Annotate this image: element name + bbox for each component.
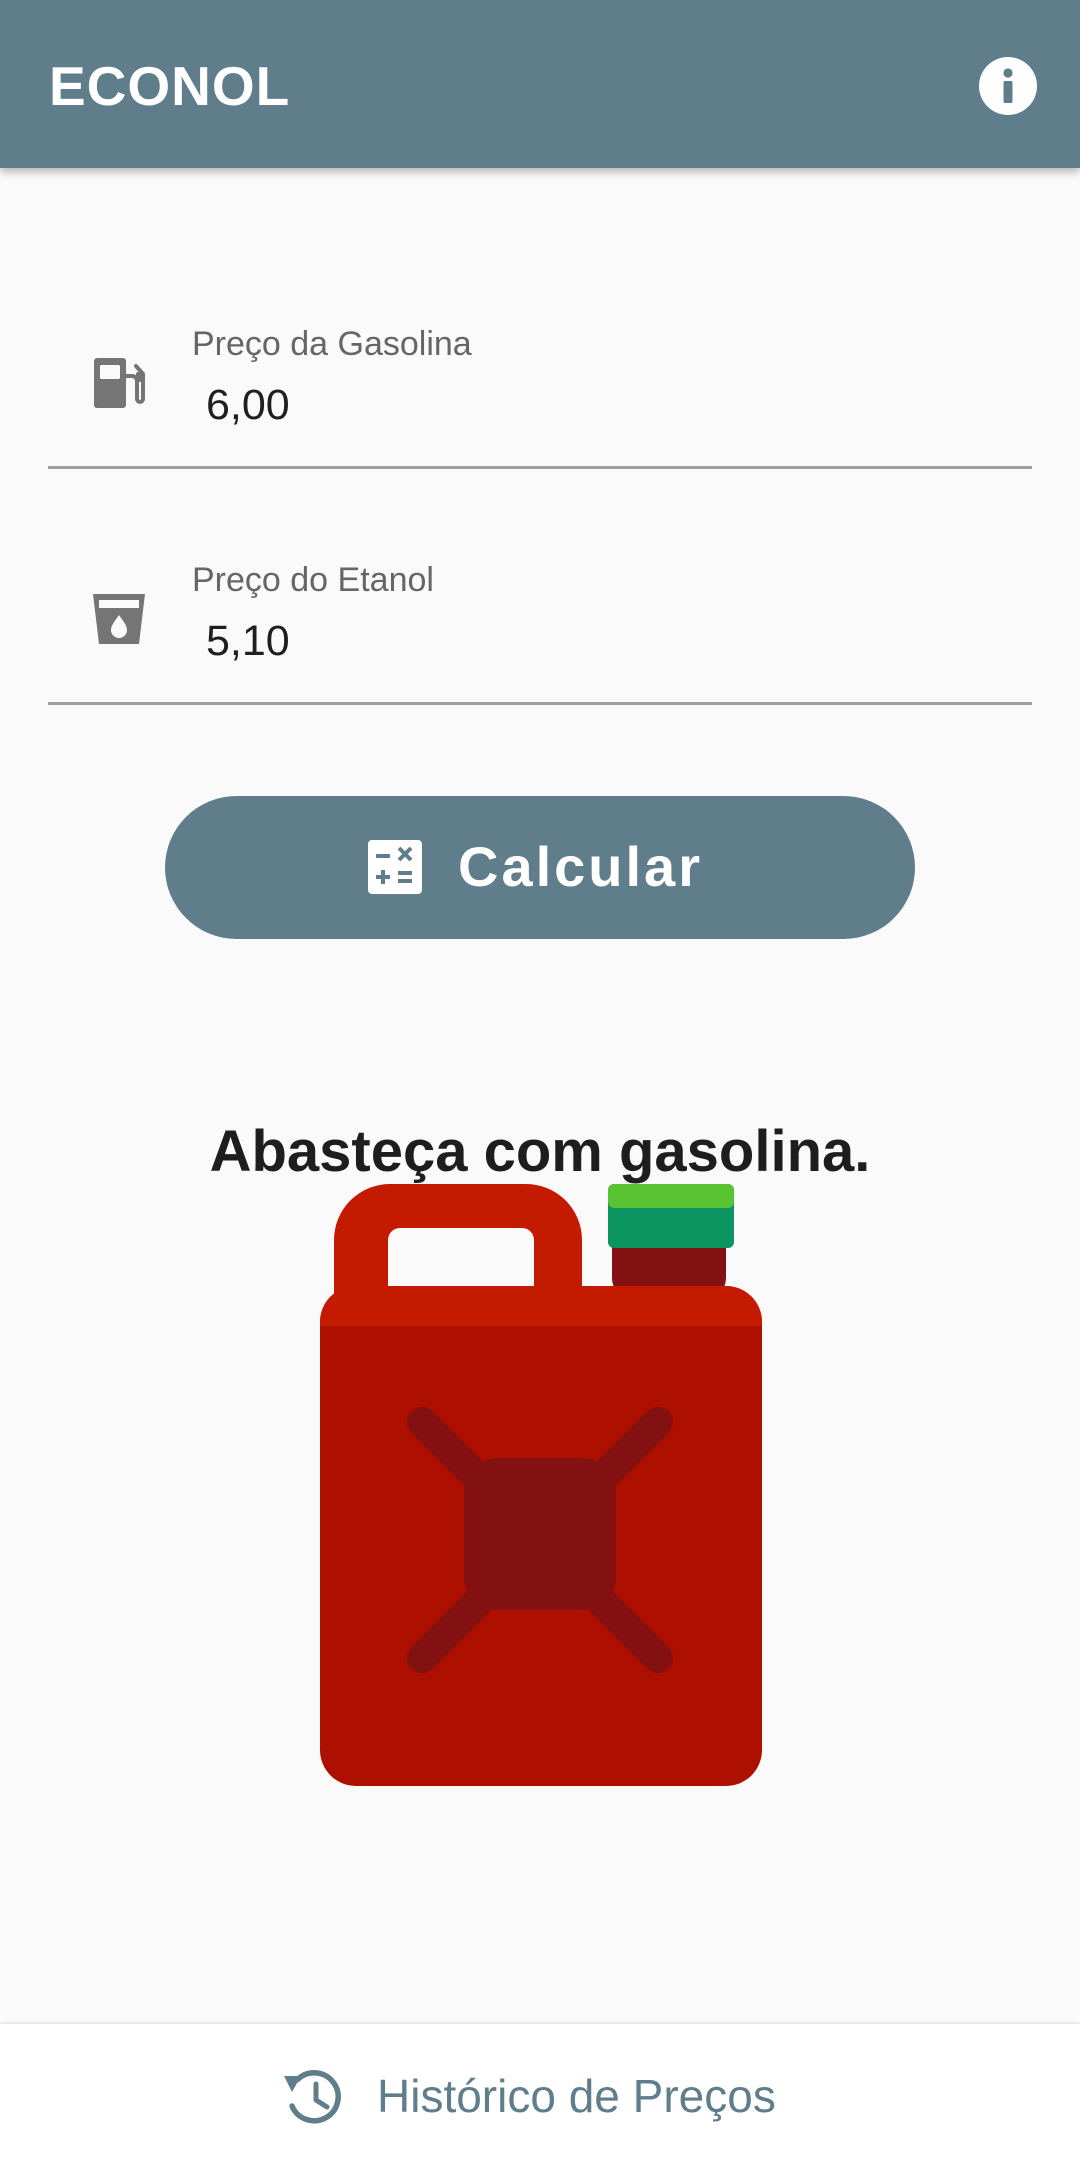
gasoline-price-label: Preço da Gasolina: [192, 325, 472, 363]
drink-cup-icon: [93, 594, 145, 644]
calculate-button-label: Calcular: [458, 835, 703, 898]
result-message: Abasteça com gasolina.: [209, 1119, 871, 1184]
ethanol-price-field[interactable]: Preço do Etanol: [48, 536, 1032, 736]
info-icon: [979, 57, 1037, 115]
bottom-bar: Histórico de Preços: [0, 2024, 1080, 2168]
ethanol-field-underline: [48, 702, 1032, 705]
history-icon: [284, 2070, 341, 2124]
gasoline-field-underline: [48, 466, 1032, 469]
ethanol-price-label: Preço do Etanol: [192, 561, 434, 599]
price-history-button[interactable]: Histórico de Preços: [280, 2060, 820, 2132]
ethanol-price-input[interactable]: [192, 610, 1026, 672]
calculate-button[interactable]: Calcular: [165, 796, 915, 939]
calculator-icon: [368, 840, 422, 894]
gasoline-price-field[interactable]: Preço da Gasolina: [48, 300, 1032, 500]
price-history-label: Histórico de Preços: [377, 2070, 776, 2122]
gasoline-price-input[interactable]: [192, 374, 1026, 436]
info-button[interactable]: [978, 56, 1038, 116]
app-title: ECONOL: [49, 55, 291, 117]
fuel-can-illustration: [320, 1184, 762, 1786]
app-screen: ECONOL Preço da Gasolina Preço do Etanol: [0, 0, 1080, 2168]
gas-pump-icon: [94, 358, 145, 408]
app-bar: ECONOL: [0, 0, 1080, 168]
